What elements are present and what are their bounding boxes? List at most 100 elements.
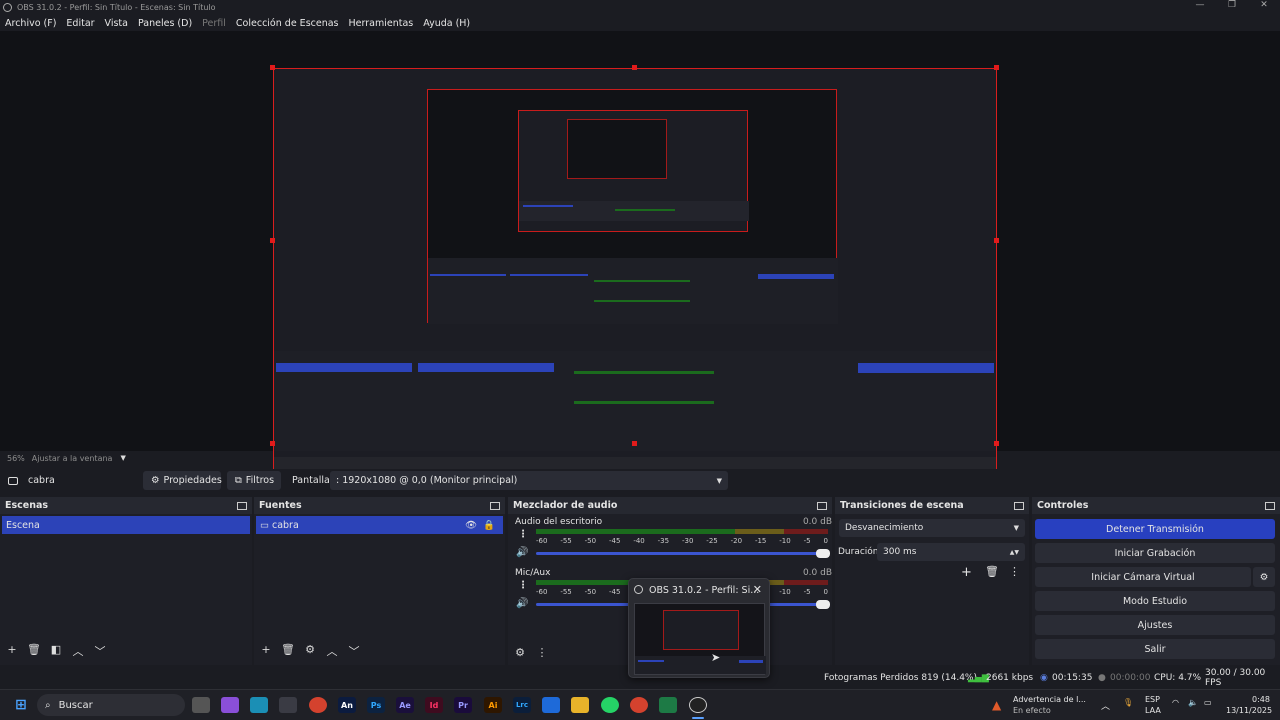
keyboard-layout[interactable]: LAA: [1145, 706, 1161, 715]
transition-select[interactable]: Desvanecimiento ▼: [839, 519, 1025, 537]
properties-button[interactable]: ⚙ Propiedades: [143, 471, 222, 490]
chevron-up-icon[interactable]: ︿: [1101, 699, 1110, 712]
source-item[interactable]: ▭ cabra 👁 🔒: [256, 516, 503, 534]
resize-handle-r[interactable]: [994, 238, 999, 243]
resize-handle-tr[interactable]: [994, 65, 999, 70]
resize-handle-b[interactable]: [632, 441, 637, 446]
clock-time[interactable]: 0:48: [1252, 695, 1270, 704]
close-button[interactable]: ✕: [1248, 0, 1280, 10]
warning-icon[interactable]: ▲: [992, 698, 1001, 712]
menu-editar[interactable]: Editar: [66, 18, 94, 29]
channel-menu-icon[interactable]: ⋮: [518, 580, 528, 591]
undock-icon[interactable]: [1014, 501, 1024, 510]
mail-icon[interactable]: [542, 697, 560, 713]
menu-archivo[interactable]: Archivo (F): [5, 18, 56, 29]
filters-button[interactable]: ⧉ Filtros: [227, 471, 281, 490]
preview-canvas[interactable]: [273, 68, 997, 475]
chrome-icon[interactable]: [309, 697, 327, 713]
advanced-audio-button[interactable]: ⚙: [512, 646, 528, 659]
chrome-active-icon[interactable]: [630, 697, 648, 713]
popup-thumbnail[interactable]: [634, 603, 766, 675]
preview-area[interactable]: [0, 31, 1280, 475]
move-up-button[interactable]: ︿: [70, 643, 86, 659]
exit-button[interactable]: Salir: [1035, 639, 1275, 659]
menu-perfil[interactable]: Perfil: [202, 18, 226, 29]
slider-knob[interactable]: [816, 549, 830, 558]
indesign-icon[interactable]: Id: [425, 697, 443, 713]
menu-ayuda[interactable]: Ayuda (H): [423, 18, 470, 29]
spinner-icon[interactable]: ▲▼: [1010, 549, 1019, 556]
menu-vista[interactable]: Vista: [105, 18, 128, 29]
minimize-button[interactable]: —: [1184, 0, 1216, 10]
undock-icon[interactable]: [817, 501, 827, 510]
resize-handle-br[interactable]: [994, 441, 999, 446]
task-view-icon[interactable]: [192, 697, 210, 713]
virtual-camera-settings-button[interactable]: ⚙: [1253, 567, 1275, 587]
studio-mode-button[interactable]: Modo Estudio: [1035, 591, 1275, 611]
eye-icon[interactable]: 👁: [465, 520, 477, 531]
undock-icon[interactable]: [237, 501, 247, 510]
popup-close-button[interactable]: ✕: [753, 583, 762, 596]
menu-coleccion-escenas[interactable]: Colección de Escenas: [236, 18, 339, 29]
resize-handle-t[interactable]: [632, 65, 637, 70]
move-up-button[interactable]: ︿: [324, 643, 340, 659]
obs-taskbar-icon[interactable]: [689, 697, 707, 713]
speaker-icon[interactable]: 🔊: [516, 547, 528, 558]
speaker-icon[interactable]: 🔊: [516, 598, 528, 609]
taskbar-search[interactable]: ⌕ Buscar: [37, 694, 185, 716]
display-select[interactable]: : 1920x1080 @ 0,0 (Monitor principal) ▼: [330, 471, 728, 490]
lock-icon[interactable]: 🔒: [483, 520, 495, 531]
add-source-button[interactable]: +: [258, 643, 274, 659]
illustrator-icon[interactable]: Ai: [484, 697, 502, 713]
after-effects-icon[interactable]: Ae: [396, 697, 414, 713]
maximize-button[interactable]: ❐: [1216, 0, 1248, 10]
undock-icon[interactable]: [490, 501, 500, 510]
wifi-icon[interactable]: ◠: [1172, 698, 1179, 707]
language-indicator[interactable]: ESP: [1145, 695, 1160, 704]
store-icon[interactable]: [279, 697, 297, 713]
resize-handle-l[interactable]: [270, 238, 275, 243]
lightroom-icon[interactable]: Lrc: [513, 697, 531, 713]
resize-handle-bl[interactable]: [270, 441, 275, 446]
undock-icon[interactable]: [1265, 501, 1275, 510]
animate-icon[interactable]: An: [338, 697, 356, 713]
transition-menu-icon[interactable]: ⋮: [1009, 565, 1020, 578]
photoshop-icon[interactable]: Ps: [367, 697, 385, 713]
resize-handle-tl[interactable]: [270, 65, 275, 70]
excel-icon[interactable]: [659, 697, 677, 713]
taskbar-preview-popup[interactable]: OBS 31.0.2 - Perfil: Si... ✕ ➤: [628, 578, 770, 678]
add-scene-button[interactable]: +: [4, 643, 20, 659]
scene-filters-button[interactable]: ◧: [48, 643, 64, 659]
mixer-menu-button[interactable]: ⋮: [534, 646, 550, 659]
windows-start-icon[interactable]: ⊞: [12, 697, 30, 713]
start-recording-button[interactable]: Iniciar Grabación: [1035, 543, 1275, 563]
fit-window-label[interactable]: Ajustar a la ventana: [32, 454, 113, 463]
menu-herramientas[interactable]: Herramientas: [349, 18, 414, 29]
move-down-button[interactable]: ﹀: [92, 643, 108, 659]
edge-icon[interactable]: [250, 697, 268, 713]
slider-knob[interactable]: [816, 600, 830, 609]
add-transition-button[interactable]: +: [961, 565, 972, 580]
settings-button[interactable]: Ajustes: [1035, 615, 1275, 635]
premiere-icon[interactable]: Pr: [454, 697, 472, 713]
delete-source-button[interactable]: 🗑: [280, 643, 296, 659]
delete-transition-button[interactable]: 🗑: [985, 565, 999, 578]
scene-item[interactable]: Escena: [2, 516, 250, 534]
stop-stream-button[interactable]: Detener Transmisión: [1035, 519, 1275, 539]
microphone-icon[interactable]: 🎙: [1123, 698, 1133, 707]
volume-slider[interactable]: [536, 549, 830, 558]
copilot-icon[interactable]: [221, 697, 239, 713]
fit-dropdown-icon[interactable]: ▼: [120, 454, 125, 462]
clock-date[interactable]: 13/11/2025: [1226, 706, 1272, 715]
menu-paneles[interactable]: Paneles (D): [138, 18, 192, 29]
channel-menu-icon[interactable]: ⋮: [518, 529, 528, 540]
start-virtual-camera-button[interactable]: Iniciar Cámara Virtual: [1035, 567, 1251, 587]
file-explorer-icon[interactable]: [571, 697, 589, 713]
whatsapp-icon[interactable]: [601, 697, 619, 713]
source-settings-button[interactable]: ⚙: [302, 643, 318, 659]
volume-icon[interactable]: 🔈: [1188, 698, 1198, 707]
battery-icon[interactable]: ▭: [1204, 698, 1212, 707]
duration-spinbox[interactable]: 300 ms ▲▼: [877, 543, 1025, 561]
move-down-button[interactable]: ﹀: [346, 643, 362, 659]
delete-scene-button[interactable]: 🗑: [26, 643, 42, 659]
